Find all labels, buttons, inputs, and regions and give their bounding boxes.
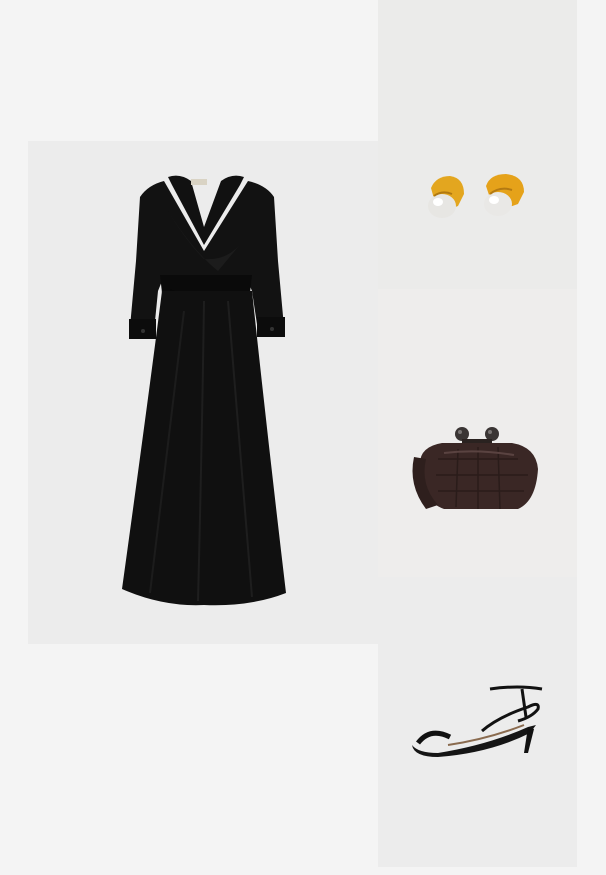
- sandals-product-card[interactable]: [378, 577, 577, 867]
- black-kitten-heel-sandals-image: [412, 685, 543, 757]
- left-earring: [428, 176, 464, 218]
- dress-product-card[interactable]: [28, 141, 378, 644]
- clutch-bag-product-card[interactable]: [378, 289, 577, 577]
- black-wrap-midi-dress-image: [122, 175, 286, 606]
- right-earring: [484, 174, 524, 216]
- croc-leather-frame-clutch-image: [412, 427, 538, 510]
- outfit-board: { "board": { "background": "#f4f4f4", "i…: [0, 0, 606, 875]
- earrings-product-card[interactable]: [378, 0, 577, 289]
- gold-pearl-stud-earrings-image: [428, 174, 524, 218]
